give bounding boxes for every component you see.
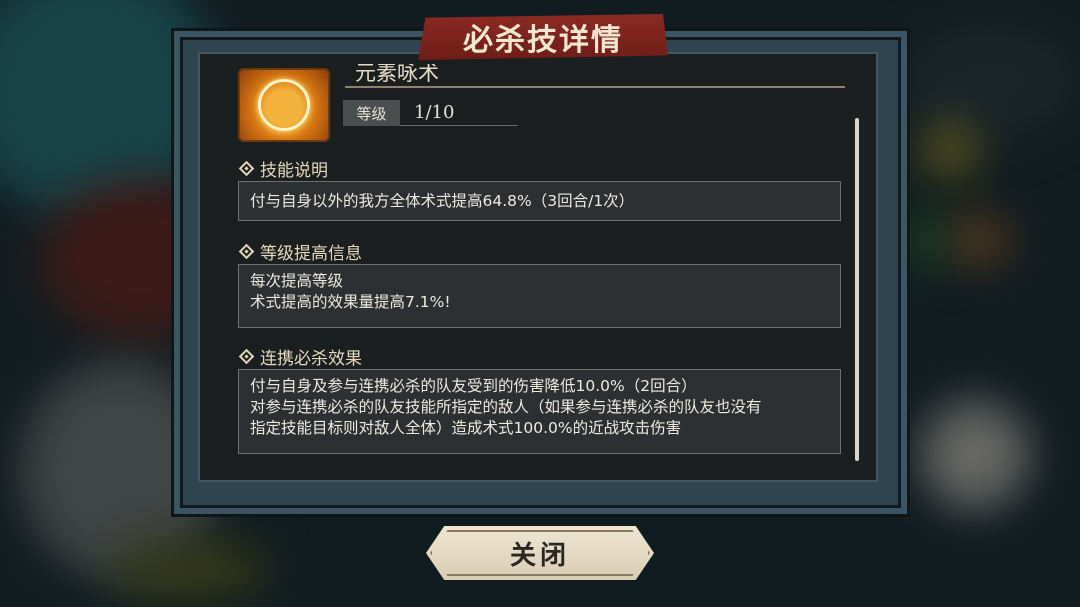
close-button[interactable]: 关闭 xyxy=(426,526,654,580)
skill-name: 元素咏术 xyxy=(345,64,845,88)
diamond-icon xyxy=(238,348,255,365)
section-heading-level-up: 等级提高信息 xyxy=(238,239,362,264)
description-line: 术式提高的效果量提高7.1%! xyxy=(250,293,451,311)
description-line: 付与自身及参与连携必杀的队友受到的伤害降低10.0%（2回合） xyxy=(250,377,697,395)
dialog-title: 必杀技详情 xyxy=(463,23,623,58)
level-label: 等级 xyxy=(343,100,400,126)
dialog-title-banner: 必杀技详情 xyxy=(418,14,668,60)
skill-description-box: 付与自身以外的我方全体术式提高64.8%（3回合/1次） xyxy=(238,181,841,221)
level-value: 1/10 xyxy=(400,100,518,126)
diamond-icon xyxy=(238,243,255,260)
section-heading-text: 技能说明 xyxy=(260,161,328,181)
section-heading-text: 等级提高信息 xyxy=(260,244,362,264)
description-line: 指定技能目标则对敌人全体）造成术式100.0%的近战攻击伤害 xyxy=(250,419,682,437)
description-line: 对参与连携必杀的队友技能所指定的敌人（如果参与连携必杀的队友也没有 xyxy=(250,398,762,416)
diamond-icon xyxy=(238,160,255,177)
skill-emblem-icon xyxy=(238,68,330,142)
close-button-label: 关闭 xyxy=(509,540,570,571)
section-heading-skill-description: 技能说明 xyxy=(238,156,328,181)
section-heading-combo-ultimate: 连携必杀效果 xyxy=(238,344,362,369)
section-heading-text: 连携必杀效果 xyxy=(260,349,362,369)
description-line: 每次提高等级 xyxy=(250,272,344,290)
description-line: 付与自身以外的我方全体术式提高64.8%（3回合/1次） xyxy=(250,192,635,210)
combo-ultimate-box: 付与自身及参与连携必杀的队友受到的伤害降低10.0%（2回合） 对参与连携必杀的… xyxy=(238,369,841,454)
level-up-box: 每次提高等级 术式提高的效果量提高7.1%! xyxy=(238,264,841,328)
level-row: 等级 1/10 xyxy=(343,100,518,126)
dialog-scrollbar[interactable] xyxy=(855,118,859,461)
